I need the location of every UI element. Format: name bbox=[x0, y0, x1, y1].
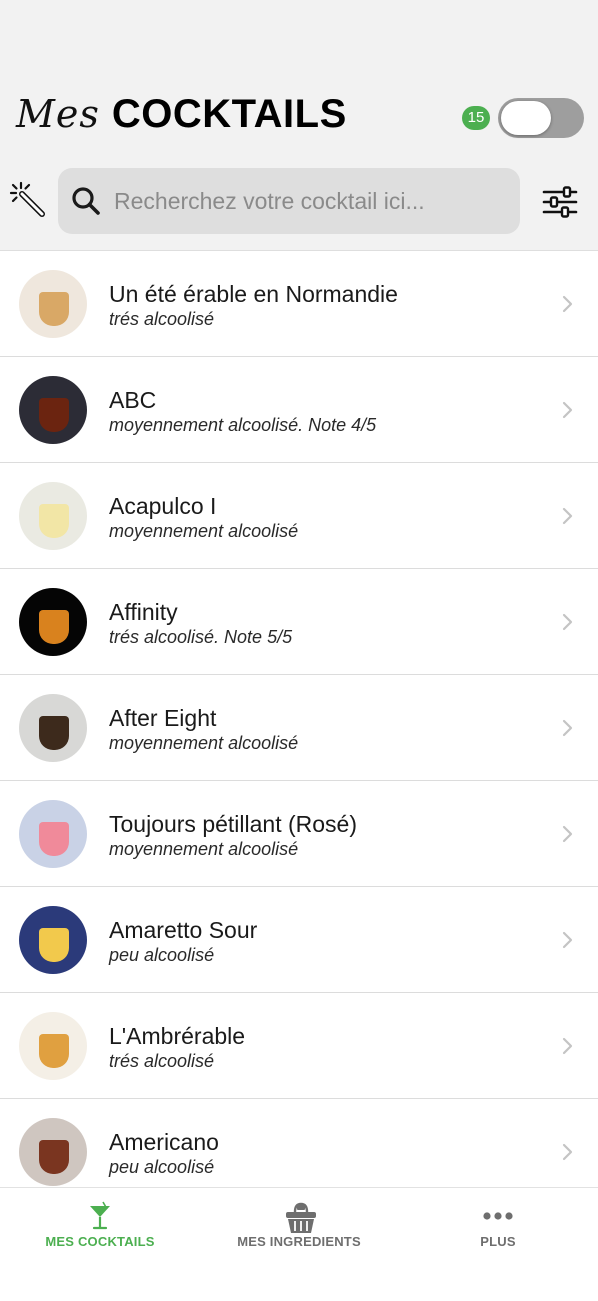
magic-wand-icon[interactable] bbox=[8, 180, 48, 220]
cocktail-glass-image bbox=[39, 292, 69, 326]
cocktail-row[interactable]: Affinity trés alcoolisé. Note 5/5 bbox=[0, 569, 598, 675]
cocktail-strength: peu alcoolisé bbox=[109, 1157, 215, 1177]
tab-mes-cocktails[interactable]: MES COCKTAILS bbox=[0, 1188, 200, 1268]
cocktail-thumbnail bbox=[19, 906, 87, 974]
cocktail-glass-image bbox=[39, 610, 69, 644]
cocktail-strength: moyennement alcoolisé bbox=[109, 521, 299, 541]
cocktail-glass-image bbox=[39, 504, 69, 538]
cocktail-strength: trés alcoolisé bbox=[109, 1051, 215, 1071]
chevron-right-icon bbox=[560, 930, 574, 950]
cocktail-strength: moyennement alcoolisé. Note 4/5 bbox=[109, 415, 377, 435]
cocktail-thumbnail bbox=[19, 482, 87, 550]
tab-label: MES COCKTAILS bbox=[45, 1234, 155, 1249]
cocktail-strength: moyennement alcoolisé bbox=[109, 839, 299, 859]
cocktail-thumbnail bbox=[19, 588, 87, 656]
cocktail-row[interactable]: Amaretto Sour peu alcoolisé bbox=[0, 887, 598, 993]
header-area: Mes COCKTAILS 15 bbox=[0, 0, 598, 251]
page-title: Mes COCKTAILS bbox=[16, 92, 347, 142]
cocktail-thumbnail bbox=[19, 1012, 87, 1080]
cocktail-name: Toujours pétillant (Rosé) bbox=[109, 811, 358, 837]
cocktail-strength: trés alcoolisé. Note 5/5 bbox=[109, 627, 293, 647]
chevron-right-icon bbox=[560, 1142, 574, 1162]
count-badge: 15 bbox=[462, 106, 490, 130]
cocktail-thumbnail bbox=[19, 694, 87, 762]
search-input[interactable] bbox=[114, 168, 510, 234]
chevron-right-icon bbox=[560, 1036, 574, 1056]
cocktail-row[interactable]: ABC moyennement alcoolisé. Note 4/5 bbox=[0, 357, 598, 463]
tab-label: PLUS bbox=[480, 1234, 516, 1249]
chevron-right-icon bbox=[560, 506, 574, 526]
alcohol-toggle[interactable] bbox=[498, 98, 584, 138]
cocktail-glass-image bbox=[39, 398, 69, 432]
cocktail-name: ABC bbox=[109, 387, 157, 413]
search-bar bbox=[58, 168, 520, 234]
cocktail-row[interactable]: L'Ambrérable trés alcoolisé bbox=[0, 993, 598, 1099]
tab-label: MES INGREDIENTS bbox=[237, 1234, 361, 1249]
cocktail-list: Un été érable en Normandie trés alcoolisé… bbox=[0, 251, 598, 1187]
chevron-right-icon bbox=[560, 718, 574, 738]
cocktail-strength: trés alcoolisé bbox=[109, 309, 215, 329]
cocktail-name: Americano bbox=[109, 1129, 219, 1155]
cocktail-thumbnail bbox=[19, 1118, 87, 1186]
cocktail-glass-image bbox=[39, 928, 69, 962]
cocktail-row[interactable]: Toujours pétillant (Rosé) moyennement alc… bbox=[0, 781, 598, 887]
cocktail-name: After Eight bbox=[109, 705, 217, 731]
cocktail-strength: peu alcoolisé bbox=[109, 945, 215, 965]
page-title-script: Mes bbox=[16, 92, 100, 136]
cocktail-name: L'Ambrérable bbox=[109, 1023, 246, 1049]
chevron-right-icon bbox=[560, 824, 574, 844]
cocktail-name: Amaretto Sour bbox=[109, 917, 258, 943]
chevron-right-icon bbox=[560, 612, 574, 632]
cocktail-glass-image bbox=[39, 822, 69, 856]
search-icon bbox=[70, 185, 102, 217]
cocktail-strength: moyennement alcoolisé bbox=[109, 733, 299, 753]
cocktail-row[interactable]: Americano peu alcoolisé bbox=[0, 1099, 598, 1187]
tab-mes-ingredients[interactable]: MES INGREDIENTS bbox=[199, 1188, 399, 1268]
chevron-right-icon bbox=[560, 400, 574, 420]
cocktail-name: Acapulco I bbox=[109, 493, 217, 519]
cocktail-glass-icon bbox=[84, 1200, 116, 1232]
basket-icon bbox=[283, 1200, 316, 1233]
page-title-bold: COCKTAILS bbox=[111, 92, 347, 136]
more-dots-icon bbox=[482, 1200, 514, 1232]
cocktail-glass-image bbox=[39, 1034, 69, 1068]
cocktail-thumbnail bbox=[19, 270, 87, 338]
cocktail-name: Un été érable en Normandie bbox=[109, 281, 398, 307]
cocktail-name: Affinity bbox=[109, 599, 178, 625]
cocktail-row[interactable]: After Eight moyennement alcoolisé bbox=[0, 675, 598, 781]
cocktail-glass-image bbox=[39, 1140, 69, 1174]
cocktail-glass-image bbox=[39, 716, 69, 750]
tab-bar: MES COCKTAILS MES INGREDIENTS PLUS bbox=[0, 1187, 598, 1301]
cocktail-row[interactable]: Un été érable en Normandie trés alcoolisé bbox=[0, 251, 598, 357]
filter-sliders-icon[interactable] bbox=[540, 182, 580, 222]
chevron-right-icon bbox=[560, 294, 574, 314]
tab-plus[interactable]: PLUS bbox=[398, 1188, 598, 1268]
cocktail-row[interactable]: Acapulco Imoyennement alcoolisé bbox=[0, 463, 598, 569]
toggle-knob bbox=[501, 101, 551, 135]
cocktail-thumbnail bbox=[19, 800, 87, 868]
cocktail-thumbnail bbox=[19, 376, 87, 444]
